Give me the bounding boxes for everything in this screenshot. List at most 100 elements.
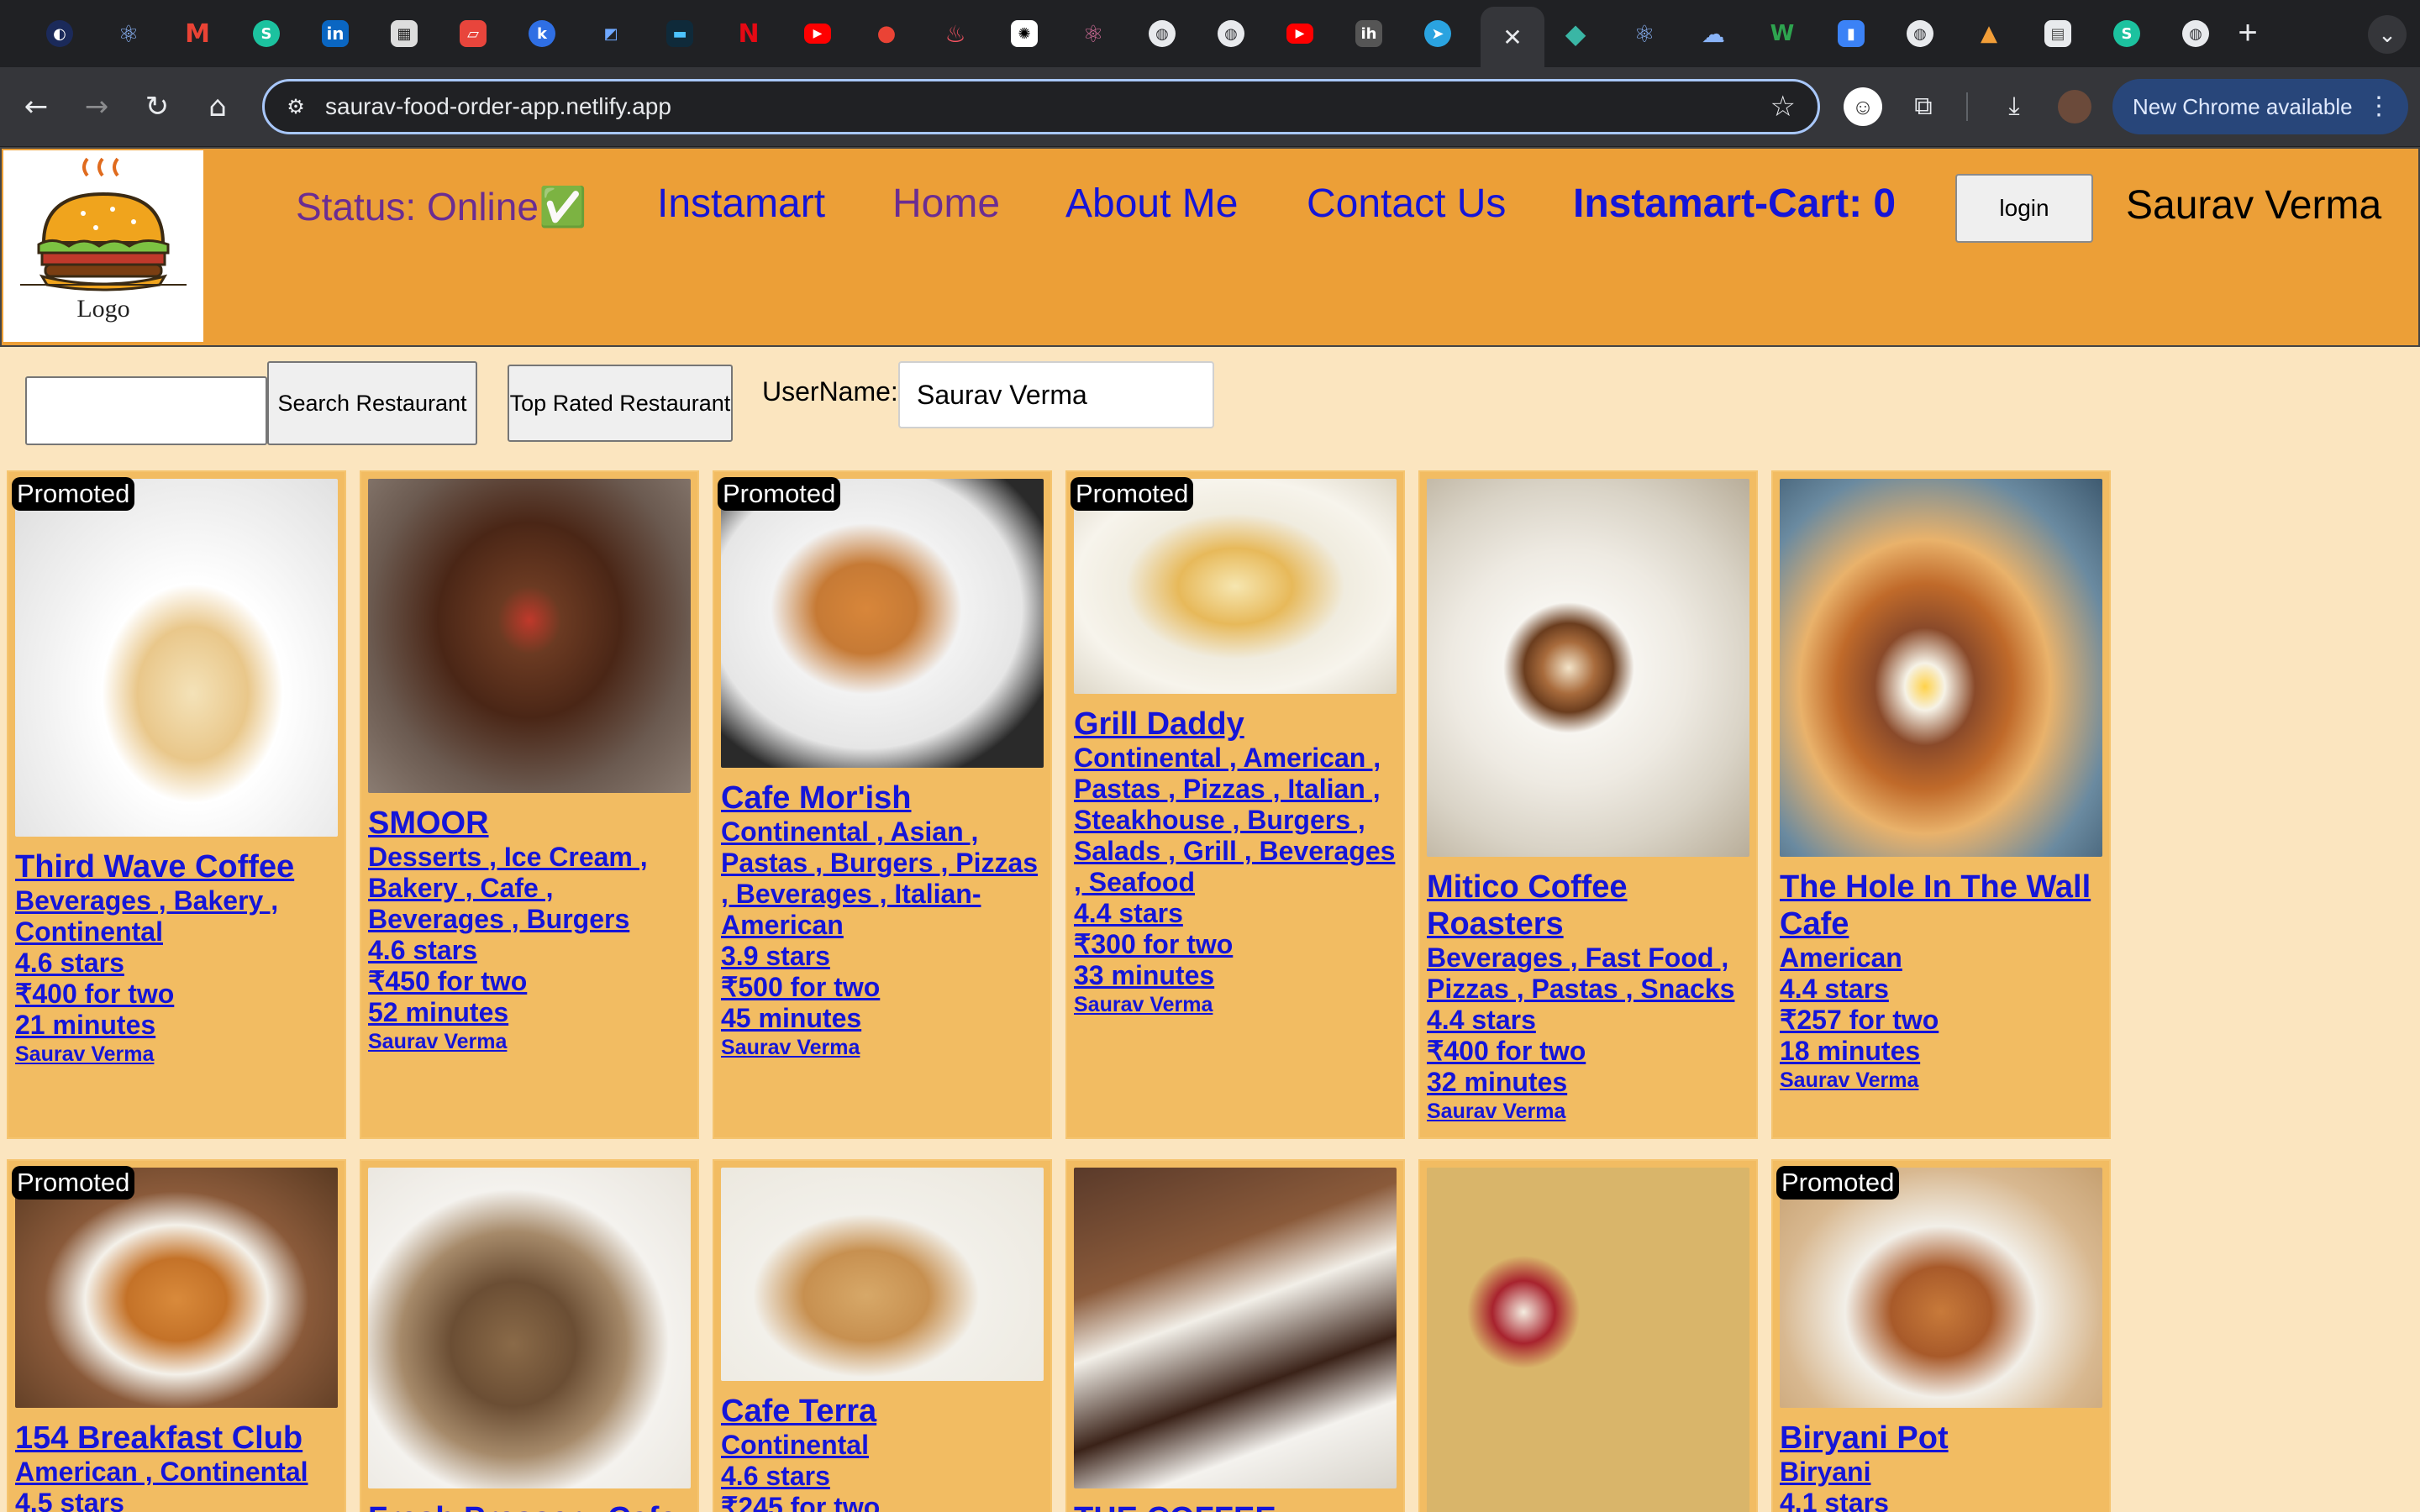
restaurant-name[interactable]: THE COFFEE	[1074, 1500, 1397, 1512]
logo[interactable]: Logo	[3, 150, 203, 342]
restaurant-cost[interactable]: ₹245 for two	[721, 1492, 1044, 1512]
restaurant-rating[interactable]: 4.4 stars	[1780, 974, 2102, 1005]
nav-home-link[interactable]: Home	[892, 181, 1000, 227]
restaurant-user[interactable]: Saurav Verma	[368, 1028, 691, 1055]
restaurant-time[interactable]: 18 minutes	[1780, 1036, 2102, 1067]
tab-splitwise-2[interactable]: S	[2097, 8, 2156, 59]
restaurant-rating[interactable]: 4.5 stars	[15, 1488, 338, 1512]
tab-diamond[interactable]: ◆	[1546, 8, 1605, 59]
search-restaurant-button[interactable]: Search Restaurant	[267, 361, 477, 445]
back-arrow-icon[interactable]: ←	[17, 87, 55, 126]
restaurant-cost[interactable]: ₹300 for two	[1074, 929, 1397, 960]
more-menu-icon[interactable]: ⋮	[2366, 79, 2391, 134]
restaurant-card[interactable]: Fresh Pressery Cafe	[361, 1161, 697, 1512]
login-button[interactable]: login	[1955, 174, 2093, 243]
tab-search-chevron-icon[interactable]: ⌄	[2368, 15, 2407, 54]
restaurant-rating[interactable]: 4.4 stars	[1427, 1005, 1749, 1036]
tab-netflix[interactable]: N	[719, 8, 778, 59]
restaurant-user[interactable]: Saurav Verma	[1780, 1067, 2102, 1094]
nav-instamart-link[interactable]: Instamart	[657, 181, 825, 227]
top-rated-button[interactable]: Top Rated Restaurant	[508, 365, 733, 442]
restaurant-card[interactable]: Mitico Coffee Roasters Beverages , Fast …	[1420, 472, 1756, 1137]
restaurant-card[interactable]: Promoted Third Wave Coffee Beverages , B…	[8, 472, 345, 1137]
reload-icon[interactable]: ↻	[138, 87, 176, 126]
tab-docs[interactable]: ▤	[2028, 8, 2087, 59]
restaurant-cost[interactable]: ₹257 for two	[1780, 1005, 2102, 1036]
restaurant-cost[interactable]: ₹400 for two	[15, 979, 338, 1010]
home-icon[interactable]: ⌂	[198, 87, 237, 126]
download-icon[interactable]: ⤓	[1995, 87, 2033, 126]
restaurant-time[interactable]: 33 minutes	[1074, 960, 1397, 991]
bookmark-star-icon[interactable]: ☆	[1770, 90, 1796, 123]
restaurant-name[interactable]: Grill Daddy	[1074, 706, 1397, 743]
tab-kotak[interactable]: k	[513, 8, 571, 59]
close-tab-icon[interactable]: ✕	[1502, 24, 1522, 51]
tab-splitwise[interactable]: S	[237, 8, 296, 59]
tab-globe-2[interactable]: ◍	[1202, 8, 1260, 59]
restaurant-name[interactable]: The Hole In The Wall Cafe	[1780, 869, 2102, 942]
tab-react-2[interactable]: ⚛	[1064, 8, 1123, 59]
tab-maps[interactable]: ●	[857, 8, 916, 59]
tab-active[interactable]: ✕	[1481, 7, 1544, 67]
tab-gmail[interactable]: M	[168, 8, 227, 59]
restaurant-user[interactable]: Saurav Verma	[1427, 1098, 1749, 1125]
restaurant-card[interactable]: Promoted Grill Daddy Continental , Ameri…	[1067, 472, 1403, 1137]
tab-telegram[interactable]: ➤	[1408, 8, 1467, 59]
restaurant-name[interactable]: Cafe Terra	[721, 1393, 1044, 1430]
restaurant-name[interactable]: 154 Breakfast Club	[15, 1420, 338, 1457]
restaurant-cuisines[interactable]: Biryani	[1780, 1457, 2102, 1488]
tab-globe-4[interactable]: ◍	[2166, 8, 2225, 59]
tab-cloud[interactable]: ☁	[1684, 8, 1743, 59]
restaurant-cost[interactable]: ₹400 for two	[1427, 1036, 1749, 1067]
tab-react[interactable]: ⚛	[99, 8, 158, 59]
restaurant-name[interactable]: Cafe Mor'ish	[721, 780, 1044, 816]
tab-globe-3[interactable]: ◍	[1891, 8, 1949, 59]
address-bar[interactable]: ⚙ saurav-food-order-app.netlify.app ☆	[262, 79, 1820, 134]
restaurant-user[interactable]: Saurav Verma	[15, 1041, 338, 1068]
restaurant-rating[interactable]: 4.6 stars	[368, 935, 691, 966]
tab-chrome[interactable]: ◐	[30, 8, 89, 59]
tab-chatgpt[interactable]: ✺	[995, 8, 1054, 59]
restaurant-cuisines[interactable]: Beverages , Bakery , Continental	[15, 885, 338, 948]
restaurant-rating[interactable]: 4.1 stars	[1780, 1488, 2102, 1512]
restaurant-user[interactable]: Saurav Verma	[1074, 991, 1397, 1018]
tab-chart[interactable]: ◩	[581, 8, 640, 59]
tab-react-3[interactable]: ⚛	[1615, 8, 1674, 59]
restaurant-user[interactable]: Saurav Verma	[721, 1034, 1044, 1061]
update-chrome-button[interactable]: New Chrome available ⋮	[2112, 79, 2408, 134]
url-text[interactable]: saurav-food-order-app.netlify.app	[325, 93, 671, 120]
restaurant-card[interactable]: The Hole In The Wall Cafe American 4.4 s…	[1773, 472, 2109, 1137]
tab-tinder[interactable]: ♨	[926, 8, 985, 59]
restaurant-cost[interactable]: ₹500 for two	[721, 972, 1044, 1003]
restaurant-time[interactable]: 21 minutes	[15, 1010, 338, 1041]
restaurant-cuisines[interactable]: Beverages , Fast Food , Pizzas , Pastas …	[1427, 942, 1749, 1005]
restaurant-cuisines[interactable]: Desserts , Ice Cream , Bakery , Cafe , B…	[368, 842, 691, 935]
restaurant-cuisines[interactable]: Continental , American , Pastas , Pizzas…	[1074, 743, 1397, 898]
restaurant-card[interactable]: SMOOR Desserts , Ice Cream , Bakery , Ca…	[361, 472, 697, 1137]
restaurant-name[interactable]: Fresh Pressery Cafe	[368, 1500, 691, 1512]
restaurant-name[interactable]: SMOOR	[368, 805, 691, 842]
restaurant-card[interactable]: Promoted Cafe Mor'ish Continental , Asia…	[714, 472, 1050, 1137]
restaurant-card[interactable]	[1420, 1161, 1756, 1512]
restaurant-time[interactable]: 32 minutes	[1427, 1067, 1749, 1098]
restaurant-rating[interactable]: 3.9 stars	[721, 941, 1044, 972]
restaurant-time[interactable]: 45 minutes	[721, 1003, 1044, 1034]
restaurant-rating[interactable]: 4.6 stars	[721, 1461, 1044, 1492]
username-input[interactable]: Saurav Verma	[898, 361, 1214, 428]
tab-fire[interactable]: ▲	[1960, 8, 2018, 59]
restaurant-cuisines[interactable]: Continental	[721, 1430, 1044, 1461]
tab-globe[interactable]: ◍	[1133, 8, 1192, 59]
profile-avatar[interactable]	[2055, 87, 2094, 126]
nav-about-link[interactable]: About Me	[1065, 181, 1238, 227]
restaurant-rating[interactable]: 4.4 stars	[1074, 898, 1397, 929]
tab-linkedin[interactable]: in	[306, 8, 365, 59]
restaurant-card[interactable]: THE COFFEE	[1067, 1161, 1403, 1512]
restaurant-cuisines[interactable]: American	[1780, 942, 2102, 974]
restaurant-rating[interactable]: 4.6 stars	[15, 948, 338, 979]
new-tab-button[interactable]: +	[2228, 13, 2267, 52]
restaurant-name[interactable]: Third Wave Coffee	[15, 848, 338, 885]
restaurant-card[interactable]: Promoted Biryani Pot Biryani 4.1 stars	[1773, 1161, 2109, 1512]
nav-contact-link[interactable]: Contact Us	[1307, 181, 1506, 227]
tab-ih[interactable]: ih	[1339, 8, 1398, 59]
tab-slides[interactable]: ▱	[444, 8, 502, 59]
